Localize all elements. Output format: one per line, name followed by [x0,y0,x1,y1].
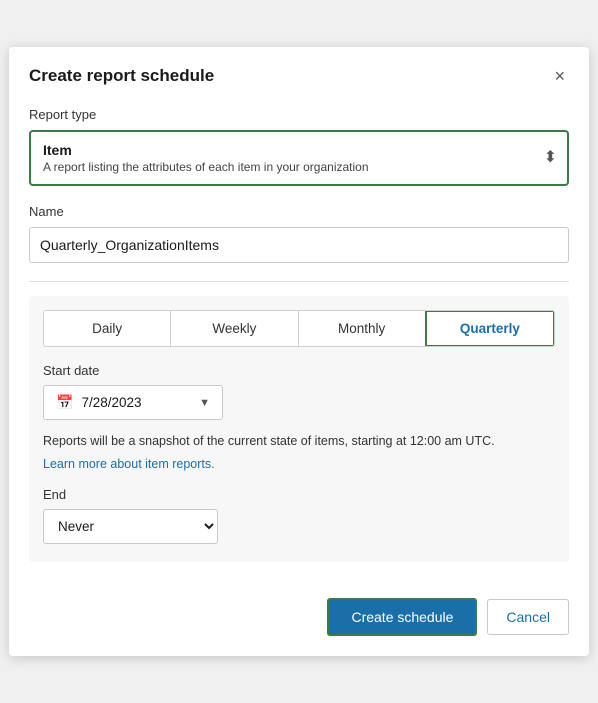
tab-quarterly[interactable]: Quarterly [425,310,555,347]
chevron-down-icon: ▼ [199,397,210,409]
spinner-icon: ⬍ [544,150,557,166]
create-schedule-button[interactable]: Create schedule [327,598,477,636]
tab-weekly[interactable]: Weekly [171,311,298,346]
end-section: End Never On date After occurrences [43,487,555,544]
learn-more-link[interactable]: Learn more about item reports. [43,457,215,471]
end-select[interactable]: Never On date After occurrences [43,509,218,544]
report-type-item-desc: A report listing the attributes of each … [43,160,527,174]
end-label: End [43,487,555,502]
name-section: Name [29,204,569,263]
snapshot-text: Reports will be a snapshot of the curren… [43,432,555,451]
calendar-icon: 📅 [56,394,73,411]
report-type-label: Report type [29,107,569,122]
dialog-title: Create report schedule [29,66,214,86]
section-divider [29,281,569,282]
dialog-footer: Create schedule Cancel [9,582,589,656]
tab-daily[interactable]: Daily [44,311,171,346]
start-date-picker[interactable]: 📅 7/28/2023 ▼ [43,385,223,420]
tab-monthly[interactable]: Monthly [299,311,426,346]
dialog-body: Report type Item A report listing the at… [9,99,589,582]
start-date-value: 7/28/2023 [81,395,141,410]
report-type-item-name: Item [43,142,527,158]
frequency-section: Daily Weekly Monthly Quarterly Start dat… [29,296,569,562]
start-date-label: Start date [43,363,555,378]
create-report-dialog: Create report schedule × Report type Ite… [9,47,589,656]
close-button[interactable]: × [550,65,569,87]
report-type-selector[interactable]: Item A report listing the attributes of … [29,130,569,186]
name-label: Name [29,204,569,219]
name-input[interactable] [29,227,569,263]
frequency-tabs: Daily Weekly Monthly Quarterly [43,310,555,347]
cancel-button[interactable]: Cancel [487,599,569,635]
dialog-header: Create report schedule × [9,47,589,99]
